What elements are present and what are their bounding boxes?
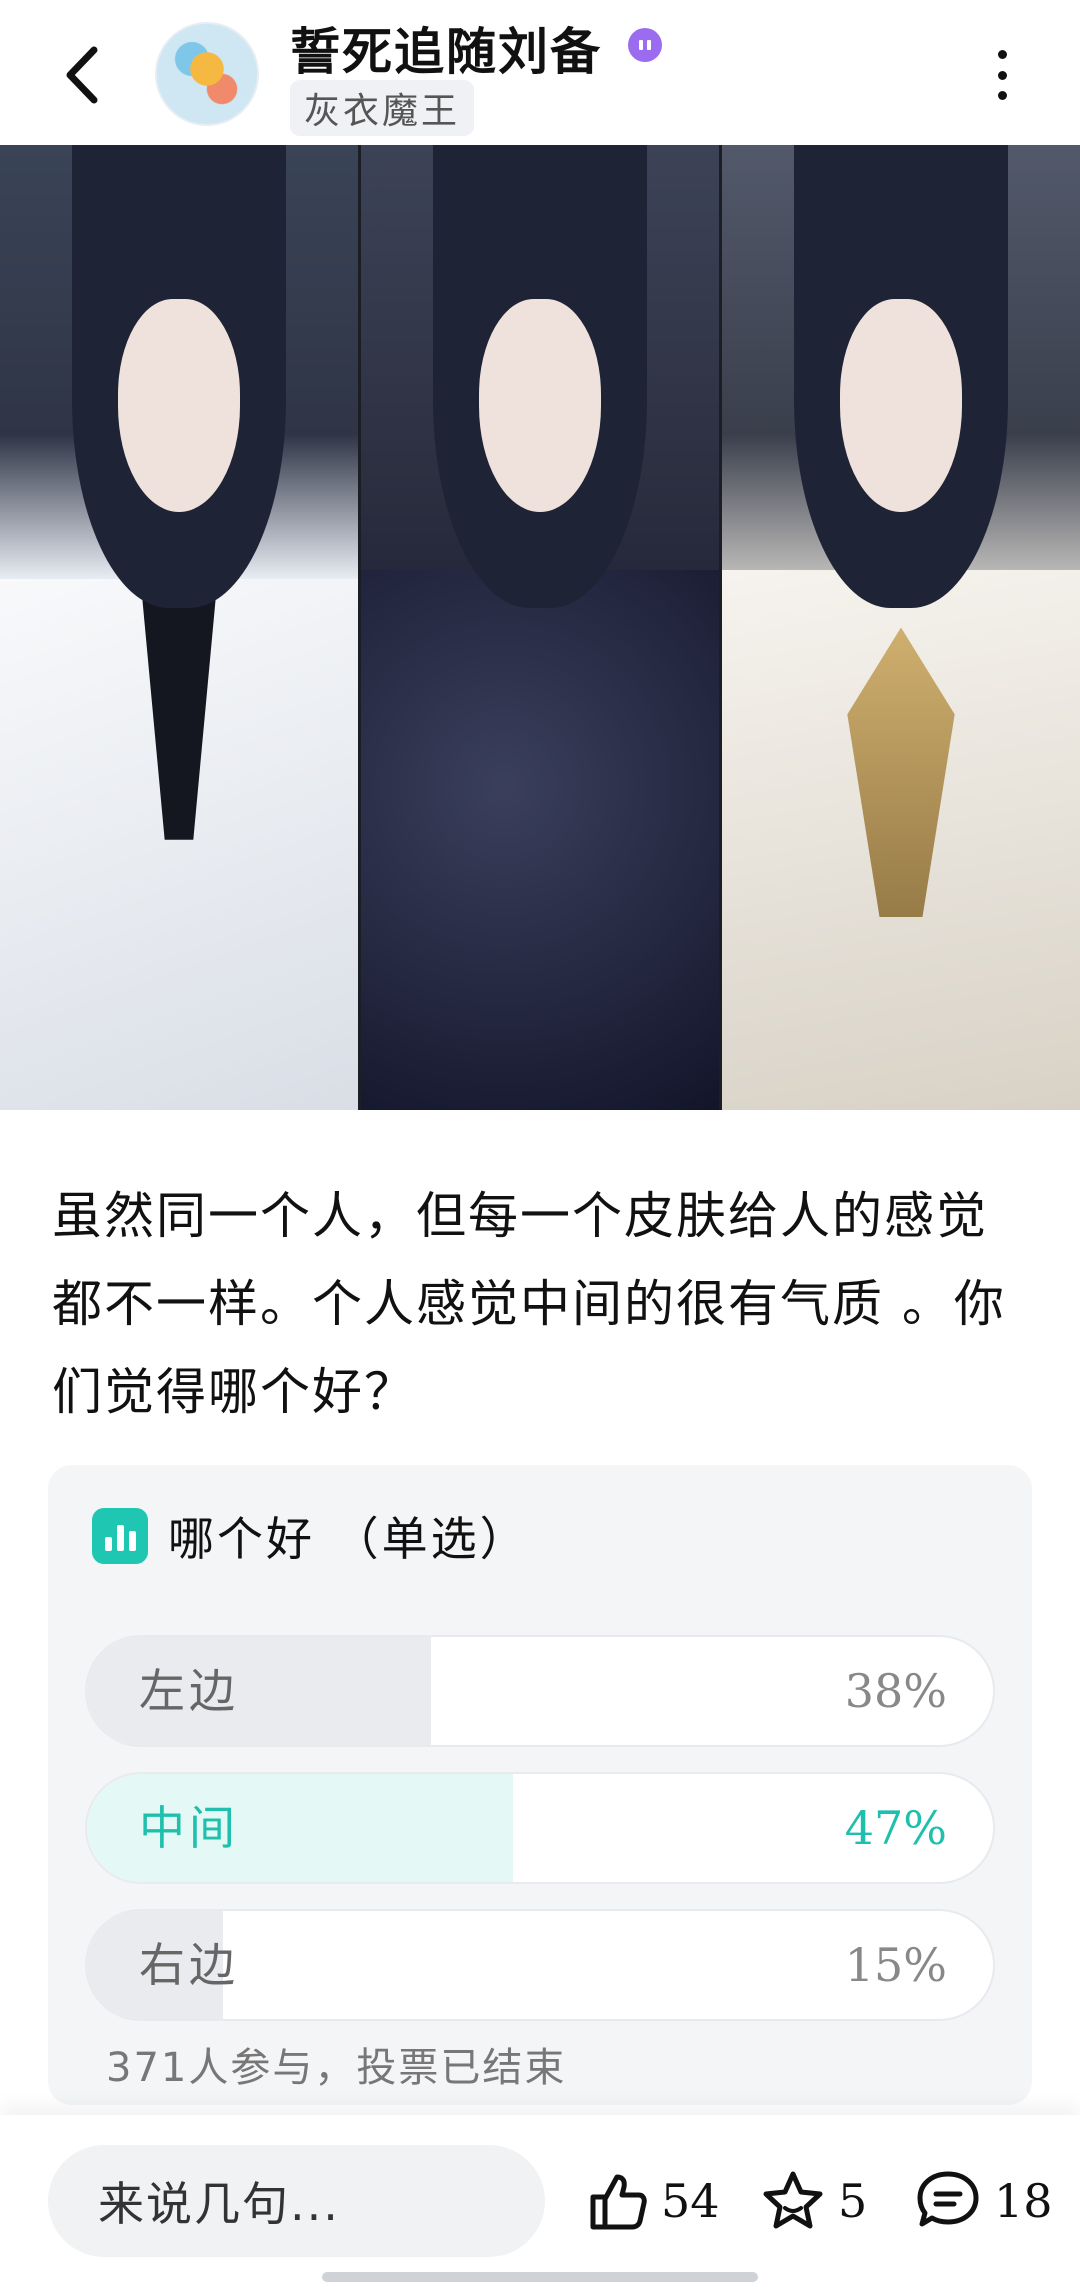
- like-count: 54: [661, 2174, 720, 2228]
- comment-bubble-icon: [917, 2171, 979, 2227]
- level-badge-icon: [628, 28, 662, 62]
- image-panel-left: [0, 145, 358, 1110]
- poll-option-percent: 47%: [844, 1801, 947, 1855]
- like-button[interactable]: 54: [585, 2163, 720, 2239]
- home-indicator: [322, 2272, 758, 2282]
- poll-option-left[interactable]: 左边 38%: [85, 1635, 995, 1747]
- bottom-action-bar: 来说几句... 54 5 18: [0, 2115, 1080, 2287]
- comment-count: 18: [994, 2174, 1053, 2228]
- poll-option-label: 右边: [139, 1938, 239, 1992]
- poll-option-label: 左边: [139, 1664, 239, 1718]
- poll-header: 哪个好 （单选）: [92, 1503, 529, 1569]
- bar-chart-icon: [92, 1508, 148, 1564]
- image-panel-middle: [358, 145, 719, 1110]
- top-bar: 誓死追随刘备 灰衣魔王: [0, 0, 1080, 145]
- back-button[interactable]: [52, 40, 112, 110]
- comment-button[interactable]: 18: [914, 2163, 1053, 2239]
- more-button[interactable]: [990, 50, 1014, 100]
- star-icon: [763, 2171, 823, 2229]
- avatar[interactable]: [155, 22, 259, 126]
- comment-input[interactable]: 来说几句...: [48, 2145, 545, 2257]
- username[interactable]: 誓死追随刘备: [290, 12, 602, 84]
- more-vertical-icon: [997, 50, 1007, 59]
- poll-status: 371人参与，投票已结束: [106, 2045, 567, 2091]
- favorite-button[interactable]: 5: [760, 2163, 867, 2239]
- thumbs-up-icon: [590, 2174, 647, 2230]
- poll-option-label: 中间: [139, 1801, 239, 1855]
- post-image[interactable]: [0, 145, 1080, 1110]
- poll-option-percent: 38%: [844, 1664, 947, 1718]
- favorite-count: 5: [838, 2174, 868, 2228]
- image-panel-right: [719, 145, 1080, 1110]
- poll-option-right[interactable]: 右边 15%: [85, 1909, 995, 2021]
- poll-title: 哪个好 （单选）: [168, 1512, 529, 1566]
- poll-option-middle[interactable]: 中间 47%: [85, 1772, 995, 1884]
- poll-card: 哪个好 （单选） 左边 38% 中间 47% 右边 15% 371人参与，投票已…: [48, 1465, 1032, 2105]
- user-title-chip: 灰衣魔王: [290, 80, 475, 136]
- poll-option-percent: 15%: [844, 1938, 947, 1992]
- chevron-left-icon: [66, 46, 98, 104]
- post-body-text: 虽然同一个人，但每一个皮肤给人的感觉都不一样。个人感觉中间的很有气质 。你们觉得…: [52, 1187, 1006, 1421]
